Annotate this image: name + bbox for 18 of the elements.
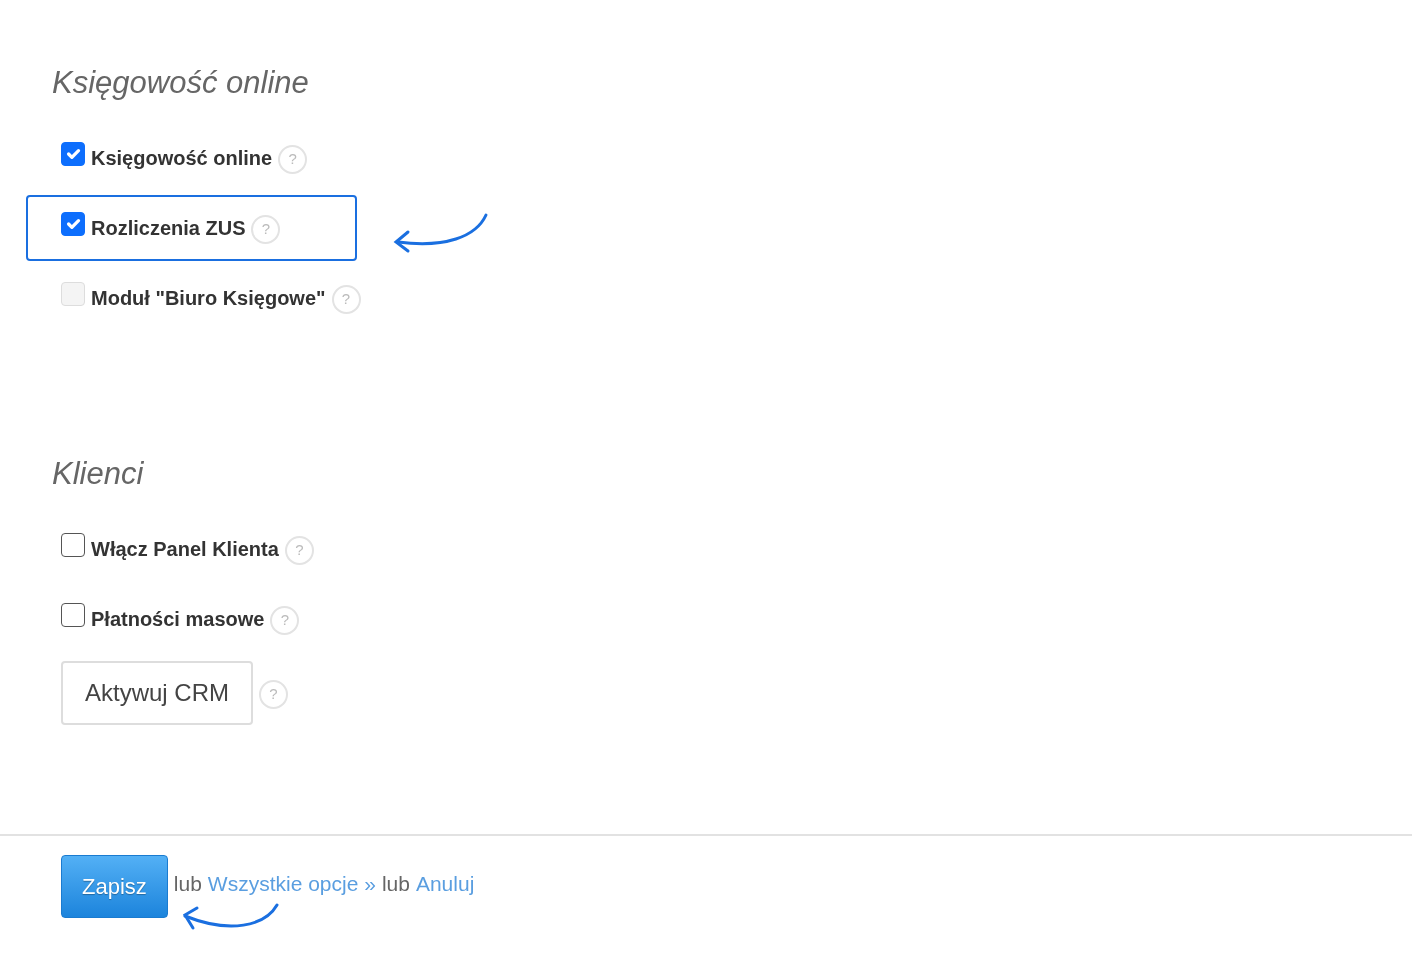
option-label: Płatności masowe xyxy=(91,607,265,633)
section-title: Księgowość online xyxy=(52,64,310,102)
help-icon[interactable]: ? xyxy=(284,535,314,565)
option-label: Rozliczenia ZUS xyxy=(91,216,246,242)
option-label: Księgowość online xyxy=(91,146,273,172)
help-icon[interactable]: ? xyxy=(270,605,300,635)
section-title: Klienci xyxy=(52,455,145,493)
help-icon[interactable]: ? xyxy=(259,679,288,709)
option-label: Moduł "Biuro Księgowe" xyxy=(91,286,326,312)
activate-button[interactable]: Aktywuj CRM xyxy=(61,661,253,726)
help-icon[interactable]: ? xyxy=(278,144,308,174)
save-button[interactable]: Zapisz xyxy=(61,855,168,918)
help-icon[interactable]: ? xyxy=(251,214,281,244)
separator-text: lub xyxy=(381,870,410,897)
footer-link[interactable]: Anuluj xyxy=(415,867,475,900)
option-label: Włącz Panel Klienta xyxy=(91,537,279,563)
footer-link[interactable]: Wszystkie opcje » xyxy=(207,867,376,900)
separator-text: lub xyxy=(173,870,202,897)
